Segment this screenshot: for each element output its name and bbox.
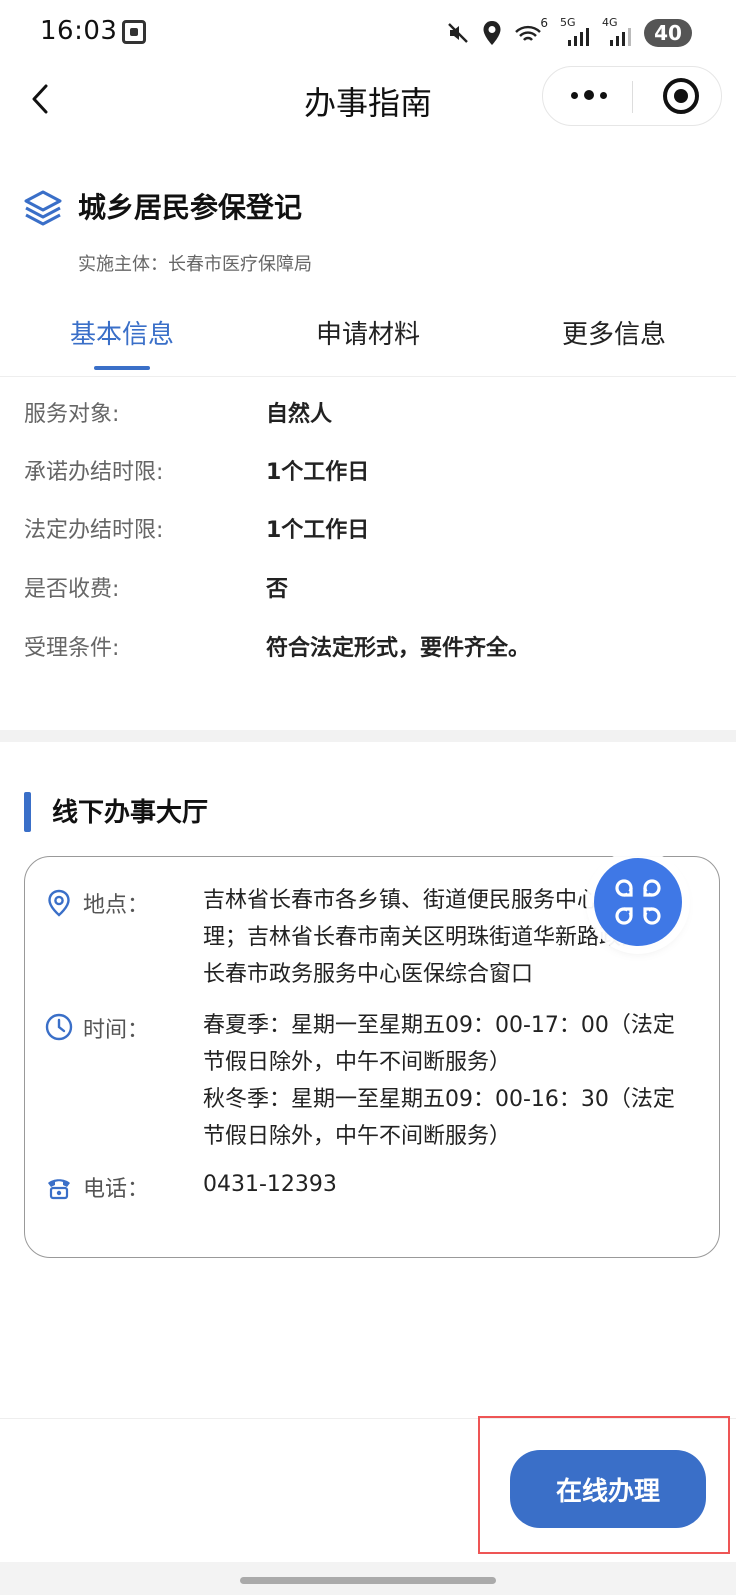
mini-program-capsule <box>542 66 722 126</box>
clock-icon <box>45 1013 73 1041</box>
status-time: 16:03 <box>40 16 118 46</box>
signal-4g-icon: 4G <box>602 16 632 46</box>
info-value: 自然人 <box>266 402 333 427</box>
signal-5g-icon: 5G <box>560 16 590 46</box>
info-value: 符合法定形式，要件齐全。 <box>266 636 531 661</box>
tab-application-materials[interactable]: 申请材料 <box>278 314 458 351</box>
service-title: 城乡居民参保登记 <box>78 191 303 224</box>
nav-bar: 办事指南 <box>0 64 736 136</box>
close-mini-program-icon[interactable] <box>663 78 699 114</box>
address-label: 地点： <box>83 893 150 918</box>
wifi-icon: 6 <box>514 16 548 46</box>
phone-number[interactable]: 0431-12393 <box>203 1166 703 1203</box>
info-row-fee: 是否收费: 否 <box>24 571 714 611</box>
phone-label: 电话： <box>83 1177 150 1202</box>
info-row-promised-time-limit: 承诺办结时限: 1个工作日 <box>24 454 714 494</box>
wifi-label: 6 <box>540 16 548 30</box>
more-options-icon[interactable] <box>569 79 609 111</box>
screenshot-indicator-icon <box>122 20 146 44</box>
info-row-service-target: 服务对象: 自然人 <box>24 396 714 436</box>
info-value: 否 <box>266 577 289 602</box>
info-label: 承诺办结时限: <box>24 460 164 485</box>
location-icon <box>483 21 501 45</box>
offline-hall-title: 线下办事大厅 <box>52 798 209 828</box>
command-icon <box>615 879 661 925</box>
tab-bar: 基本信息 申请材料 更多信息 <box>0 300 736 377</box>
info-label: 是否收费: <box>24 577 120 602</box>
page: 16:03 6 5G 4G 40 办事指南 城乡居民参保登记 实施主体：长春市医… <box>0 0 736 1595</box>
info-value: 1个工作日 <box>266 460 370 485</box>
info-label: 服务对象: <box>24 402 120 427</box>
status-icons: 6 5G 4G 40 <box>446 16 692 48</box>
active-tab-indicator <box>94 366 150 370</box>
info-label: 受理条件: <box>24 636 120 661</box>
phone-icon <box>48 1179 70 1200</box>
home-indicator[interactable] <box>240 1577 496 1584</box>
location-pin-icon <box>48 889 70 917</box>
floating-menu-button[interactable] <box>594 858 682 946</box>
highlight-box <box>478 1416 730 1554</box>
battery-indicator: 40 <box>644 19 692 47</box>
section-accent-bar <box>24 792 31 832</box>
capsule-divider <box>632 81 633 113</box>
layers-icon <box>24 190 62 226</box>
status-bar: 16:03 6 5G 4G 40 <box>0 0 736 64</box>
section-divider <box>0 730 736 742</box>
info-value: 1个工作日 <box>266 518 370 543</box>
info-row-acceptance-conditions: 受理条件: 符合法定形式，要件齐全。 <box>24 630 714 670</box>
service-subject: 实施主体：长春市医疗保障局 <box>78 254 312 275</box>
info-label: 法定办结时限: <box>24 518 164 543</box>
tab-more-info[interactable]: 更多信息 <box>524 314 704 351</box>
mute-icon <box>448 23 468 43</box>
time-text: 春夏季：星期一至星期五09：00-17：00（法定 节假日除外，中午不间断服务）… <box>203 1013 675 1149</box>
time-label: 时间： <box>83 1018 150 1043</box>
tab-basic-info[interactable]: 基本信息 <box>32 314 212 351</box>
info-row-legal-time-limit: 法定办结时限: 1个工作日 <box>24 512 714 552</box>
